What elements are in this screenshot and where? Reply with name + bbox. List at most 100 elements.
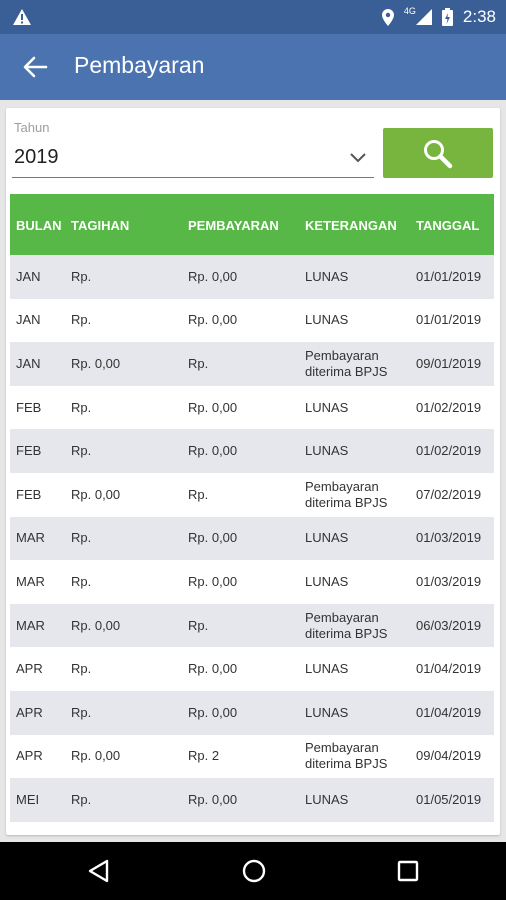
cell-tanggal: 01/01/2019 <box>416 268 482 284</box>
cell-tagihan: Rp. 0,00 <box>71 748 121 764</box>
cell-bulan: JAN <box>16 268 41 284</box>
clock: 2:38 <box>462 7 496 26</box>
cell-pembayaran: Rp. 0,00 <box>188 704 238 720</box>
status-right: 4G 2:38 <box>381 0 496 34</box>
header-bulan: BULAN <box>16 218 62 233</box>
header-keterangan: KETERANGAN <box>305 218 397 233</box>
cell-tagihan: Rp. 0,00 <box>71 617 121 633</box>
header-pembayaran: PEMBAYARAN <box>188 218 279 233</box>
cell-keterangan: Pembayaran diterima BPJS <box>305 478 388 510</box>
cell-keterangan: LUNAS <box>305 791 349 807</box>
cell-tanggal: 09/04/2019 <box>416 748 482 764</box>
cell-bulan: FEB <box>16 399 42 415</box>
cell-keterangan: LUNAS <box>305 443 349 459</box>
cell-tanggal: 01/02/2019 <box>416 399 482 415</box>
app-bar: Pembayaran <box>0 34 506 100</box>
year-select[interactable]: 2019 <box>14 146 59 169</box>
cell-tagihan: Rp. 0,00 <box>71 355 121 371</box>
table-row: MAR Rp. 0,00 Rp. Pembayaran diterima BPJS 06… <box>10 603 494 648</box>
cell-pembayaran: Rp. 0,00 <box>188 791 238 807</box>
cell-keterangan: Pembayaran diterima BPJS <box>305 609 388 641</box>
table-row: MAR Rp. Rp. 0,00 LUNAS 01/03/2019 <box>10 560 494 604</box>
warning-icon <box>13 9 31 25</box>
cell-bulan: FEB <box>16 486 42 502</box>
cell-tanggal: 01/01/2019 <box>416 312 482 328</box>
cell-tanggal: 01/05/2019 <box>416 791 482 807</box>
page-title: Pembayaran <box>74 52 205 78</box>
payment-card: Tahun 2019 BULAN TAGIHAN PEMBAYARAN KETE… <box>6 108 500 835</box>
cell-tagihan: Rp. <box>71 573 92 589</box>
cell-tagihan: Rp. <box>71 443 92 459</box>
cell-bulan: JAN <box>16 312 41 328</box>
cell-pembayaran: Rp. 0,00 <box>188 443 238 459</box>
table-row: JAN Rp. Rp. 0,00 LUNAS 01/01/2019 <box>10 299 494 343</box>
header-tanggal: TANGGAL <box>416 218 480 233</box>
header-tagihan: TAGIHAN <box>71 218 130 233</box>
cell-tagihan: Rp. <box>71 661 92 677</box>
cell-pembayaran: Rp. 0,00 <box>188 268 238 284</box>
table-body: JAN Rp. Rp. 0,00 LUNAS 01/01/2019 JAN Rp. Rp. 0… <box>10 255 494 822</box>
table-row: APR Rp. 0,00 Rp. 2 Pembayaran diterima BPJS… <box>10 735 494 779</box>
cell-bulan: APR <box>16 661 43 677</box>
cell-pembayaran: Rp. 0,00 <box>188 573 238 589</box>
cell-bulan: MEI <box>16 791 40 807</box>
table-row: MEI Rp. Rp. 0,00 LUNAS 01/05/2019 <box>10 778 494 822</box>
table-row: APR Rp. Rp. 0,00 LUNAS 01/04/2019 <box>10 647 494 691</box>
cell-pembayaran: Rp. 0,00 <box>188 312 238 328</box>
network-type: 4G <box>403 6 416 16</box>
table-row: FEB Rp. Rp. 0,00 LUNAS 01/02/2019 <box>10 429 494 473</box>
cell-pembayaran: Rp. <box>188 355 209 371</box>
table-row: MAR Rp. Rp. 0,00 LUNAS 01/03/2019 <box>10 516 494 561</box>
table-row: FEB Rp. 0,00 Rp. Pembayaran diterima BPJS 07… <box>10 473 494 517</box>
cell-tanggal: 01/04/2019 <box>416 704 482 720</box>
search-button[interactable] <box>383 128 493 178</box>
cell-keterangan: Pembayaran diterima BPJS <box>305 347 388 379</box>
year-label: Tahun <box>14 120 50 135</box>
cell-tanggal: 07/02/2019 <box>416 486 482 502</box>
cell-bulan: MAR <box>16 617 45 633</box>
cell-tagihan: Rp. <box>71 704 92 720</box>
cell-tagihan: Rp. 0,00 <box>71 486 121 502</box>
arrow-left-icon[interactable] <box>22 54 48 80</box>
cell-pembayaran: Rp. 0,00 <box>188 399 238 415</box>
cell-tagihan: Rp. <box>71 791 92 807</box>
cell-pembayaran: Rp. <box>188 617 209 633</box>
chevron-down-icon[interactable] <box>350 152 366 164</box>
table-row: APR Rp. Rp. 0,00 LUNAS 01/04/2019 <box>10 690 494 735</box>
cell-tagihan: Rp. <box>71 268 92 284</box>
triangle-back-icon[interactable] <box>88 859 110 883</box>
cell-tagihan: Rp. <box>71 312 92 328</box>
table-row: JAN Rp. Rp. 0,00 LUNAS 01/01/2019 <box>10 255 494 299</box>
cell-pembayaran: Rp. 2 <box>188 748 220 764</box>
navigation-bar <box>0 842 506 900</box>
cell-keterangan: LUNAS <box>305 704 349 720</box>
cell-keterangan: LUNAS <box>305 530 349 546</box>
cell-tanggal: 01/03/2019 <box>416 573 482 589</box>
cell-keterangan: LUNAS <box>305 661 349 677</box>
cell-tanggal: 09/01/2019 <box>416 355 482 371</box>
cell-bulan: JAN <box>16 355 41 371</box>
cell-bulan: APR <box>16 748 43 764</box>
cell-tanggal: 06/03/2019 <box>416 617 482 633</box>
table-row: JAN Rp. 0,00 Rp. Pembayaran diterima BPJS 09… <box>10 342 494 386</box>
cell-pembayaran: Rp. <box>188 486 209 502</box>
cell-pembayaran: Rp. 0,00 <box>188 661 238 677</box>
search-icon <box>424 140 453 169</box>
cell-bulan: FEB <box>16 443 42 459</box>
cell-tanggal: 01/04/2019 <box>416 661 482 677</box>
cell-bulan: MAR <box>16 530 45 546</box>
cell-keterangan: LUNAS <box>305 312 349 328</box>
table-header: BULAN TAGIHAN PEMBAYARAN KETERANGAN TANG… <box>10 194 494 255</box>
square-recents-icon[interactable] <box>397 859 419 883</box>
status-bar: 4G 2:38 <box>0 0 506 34</box>
cell-bulan: APR <box>16 704 43 720</box>
cell-pembayaran: Rp. 0,00 <box>188 530 238 546</box>
cell-bulan: MAR <box>16 573 45 589</box>
cell-keterangan: LUNAS <box>305 399 349 415</box>
location-icon <box>381 8 394 26</box>
year-underline <box>12 177 374 178</box>
circle-home-icon[interactable] <box>242 859 266 883</box>
cell-tanggal: 01/03/2019 <box>416 530 482 546</box>
cell-keterangan: LUNAS <box>305 268 349 284</box>
battery-icon <box>441 8 453 26</box>
